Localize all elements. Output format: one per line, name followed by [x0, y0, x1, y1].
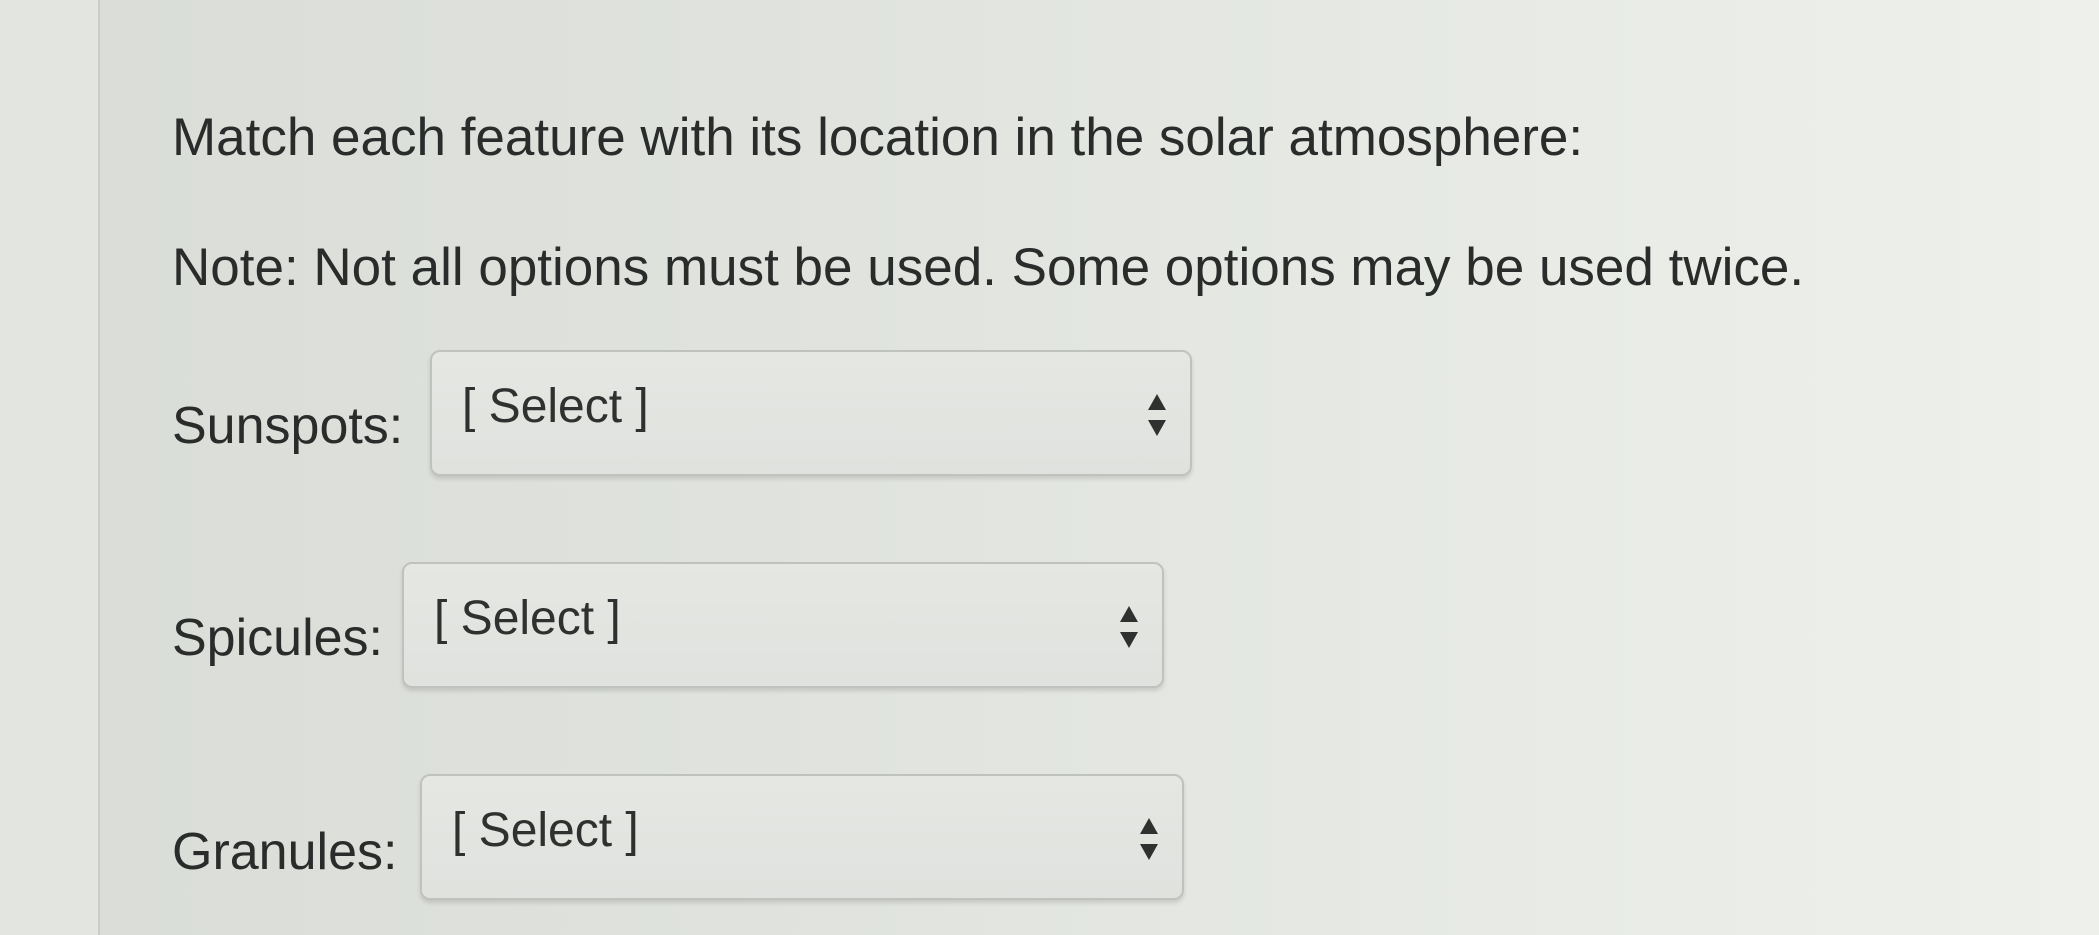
- match-label-spicules: Spicules:: [172, 609, 383, 667]
- left-margin: [0, 0, 100, 935]
- spicules-select[interactable]: [ Select ]: [402, 562, 1164, 688]
- match-row-granules: Granules:: [172, 822, 397, 882]
- match-row-spicules: Spicules:: [172, 608, 383, 668]
- match-row-sunspots: Sunspots:: [172, 396, 403, 456]
- select-value: [ Select ]: [462, 380, 649, 433]
- question-note: Note: Not all options must be used. Some…: [172, 238, 1805, 297]
- select-value: [ Select ]: [434, 592, 621, 645]
- up-down-arrows-icon: [1138, 816, 1160, 862]
- up-down-arrows-icon: [1146, 392, 1168, 438]
- question-title: Match each feature with its location in …: [172, 108, 1584, 167]
- up-down-arrows-icon: [1118, 604, 1140, 650]
- select-value: [ Select ]: [452, 804, 639, 857]
- sunspots-select[interactable]: [ Select ]: [430, 350, 1192, 476]
- match-label-granules: Granules:: [172, 823, 398, 881]
- granules-select[interactable]: [ Select ]: [420, 774, 1184, 900]
- match-label-sunspots: Sunspots:: [172, 397, 404, 455]
